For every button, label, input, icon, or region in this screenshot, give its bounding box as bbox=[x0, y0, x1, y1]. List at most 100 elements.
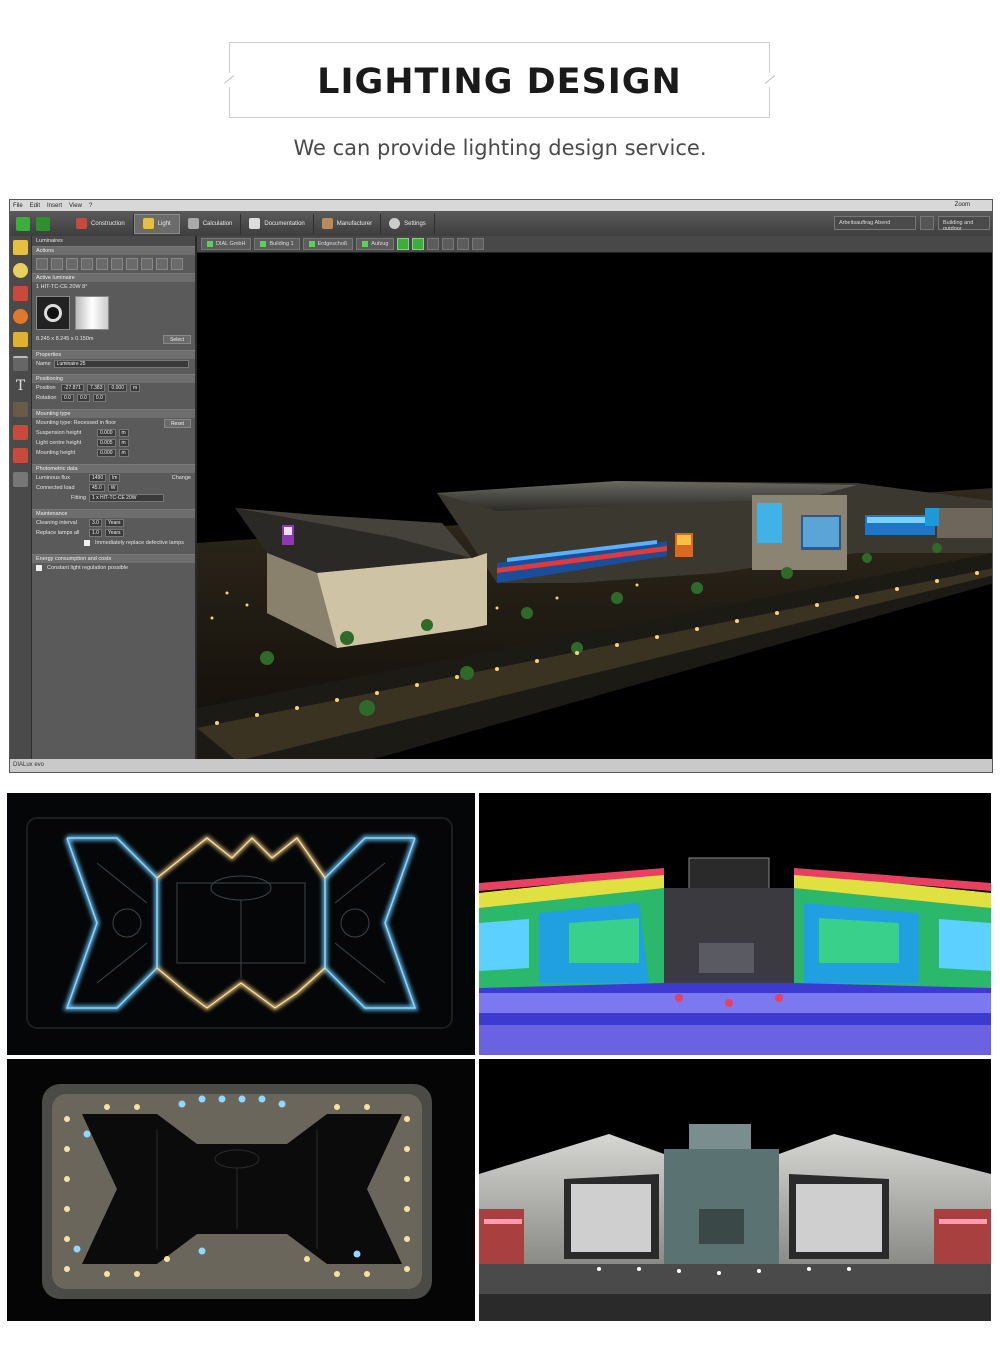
luminaire-panel: Luminaires Actions Active luminaire 1 HI… bbox=[32, 236, 197, 761]
light-centre-field[interactable]: 0.005 bbox=[97, 439, 116, 447]
spot-icon[interactable] bbox=[13, 286, 28, 301]
load-row: Connected load 45.0 W bbox=[32, 483, 195, 493]
replace-label: Replace lamps all bbox=[36, 530, 80, 536]
menu-file[interactable]: File bbox=[13, 203, 23, 209]
constant-checkbox[interactable] bbox=[36, 565, 42, 571]
rotation-label: Rotation bbox=[36, 395, 57, 401]
text-icon[interactable]: T bbox=[13, 379, 28, 394]
light-distribution-image bbox=[75, 296, 109, 330]
select-button[interactable]: Select bbox=[163, 334, 191, 344]
color-icon[interactable] bbox=[13, 309, 28, 324]
change-link[interactable]: Change bbox=[172, 473, 191, 483]
section-maintenance[interactable]: Maintenance bbox=[32, 509, 195, 518]
fit-view-icon[interactable] bbox=[442, 238, 455, 250]
chair-icon[interactable] bbox=[13, 472, 28, 487]
lamp-icon[interactable] bbox=[13, 240, 28, 255]
calculation-icon bbox=[187, 218, 199, 229]
actions-toolbar bbox=[32, 255, 195, 273]
facade-night-render bbox=[479, 1059, 991, 1321]
rotation-row: Rotation 0.0 0.0 0.0 bbox=[32, 393, 195, 403]
building-chip[interactable]: Building 1 bbox=[254, 238, 300, 250]
tab-calculation[interactable]: Calculation bbox=[180, 213, 242, 234]
action-button[interactable] bbox=[66, 258, 78, 270]
open-icon[interactable] bbox=[36, 216, 50, 231]
floorplan-luminaire-layout bbox=[7, 1059, 475, 1321]
action-button[interactable] bbox=[111, 258, 123, 270]
suspension-field[interactable]: 0.000 bbox=[97, 429, 116, 437]
fitting-select[interactable]: 1 x HIT-TC-CE 20W bbox=[89, 494, 164, 502]
menu-bar: File Edit Insert View ? Zoom bbox=[10, 200, 992, 211]
action-button[interactable] bbox=[81, 258, 93, 270]
suspension-label: Suspension height bbox=[36, 430, 82, 436]
rotate-icon[interactable] bbox=[472, 238, 485, 250]
tab-label: Calculation bbox=[202, 220, 233, 227]
luminaire-previews bbox=[32, 292, 195, 334]
page-title: LIGHTING DESIGN bbox=[317, 62, 682, 102]
3d-viewport[interactable] bbox=[197, 253, 992, 759]
replace-checkbox[interactable] bbox=[84, 540, 90, 546]
fitting-label: Fitting bbox=[71, 495, 86, 501]
light-centre-unit: m bbox=[118, 439, 129, 447]
reset-button[interactable]: Reset bbox=[163, 418, 191, 428]
layer-icon[interactable] bbox=[13, 332, 28, 347]
cleaning-unit: Years bbox=[104, 519, 124, 527]
replace-field[interactable]: 1.0 bbox=[89, 529, 102, 537]
grid-icon[interactable] bbox=[13, 425, 28, 440]
panel-title: Luminaires bbox=[32, 236, 195, 246]
rotation-z-field[interactable]: 0.0 bbox=[92, 394, 106, 402]
camera-icon[interactable] bbox=[427, 238, 440, 250]
scene-type-button[interactable]: Building and outdoor bbox=[938, 216, 990, 232]
mounting-height-field[interactable]: 0.000 bbox=[97, 449, 116, 457]
elevator-chip[interactable]: Aufzug bbox=[356, 238, 395, 250]
position-x-field[interactable]: -27.871 bbox=[61, 384, 84, 392]
view-3d-icon[interactable] bbox=[397, 238, 410, 250]
menu-edit[interactable]: Edit bbox=[30, 203, 40, 209]
action-button[interactable] bbox=[141, 258, 153, 270]
name-field[interactable]: Luminaire 25 bbox=[53, 360, 189, 368]
save-icon[interactable] bbox=[16, 216, 30, 231]
mounting-height-row: Mounting height 0.000 m bbox=[32, 448, 195, 458]
action-button[interactable] bbox=[126, 258, 138, 270]
position-z-field[interactable]: 0.000 bbox=[108, 384, 127, 392]
load-field[interactable]: 45.0 bbox=[89, 484, 105, 492]
project-chip[interactable]: DIAL GmbH bbox=[201, 238, 252, 250]
view-plan-icon[interactable] bbox=[412, 238, 425, 250]
section-properties[interactable]: Properties bbox=[32, 350, 195, 359]
section-active-luminaire[interactable]: Active luminaire bbox=[32, 273, 195, 282]
menu-view[interactable]: View bbox=[69, 203, 82, 209]
flux-field[interactable]: 1490 bbox=[89, 474, 107, 482]
floor-chip[interactable]: Erdgeschoß bbox=[302, 238, 354, 250]
section-actions[interactable]: Actions bbox=[32, 246, 195, 255]
action-button[interactable] bbox=[96, 258, 108, 270]
tab-light[interactable]: Light bbox=[133, 213, 180, 234]
bulb-icon[interactable] bbox=[13, 263, 28, 278]
move-icon[interactable] bbox=[457, 238, 470, 250]
position-y-field[interactable]: 7.383 bbox=[86, 384, 106, 392]
cleaning-field[interactable]: 3.0 bbox=[89, 519, 102, 527]
image-icon[interactable] bbox=[13, 448, 28, 463]
section-positioning[interactable]: Positioning bbox=[32, 374, 195, 383]
tab-construction[interactable]: Construction bbox=[68, 213, 134, 234]
action-button[interactable] bbox=[156, 258, 168, 270]
work-order-dropdown[interactable]: Arbeitsauftrag Abend bbox=[834, 216, 916, 230]
floorplan-lighting-blue-gold-svg bbox=[7, 793, 475, 1055]
action-button[interactable] bbox=[51, 258, 63, 270]
menu-insert[interactable]: Insert bbox=[47, 203, 62, 209]
section-energy[interactable]: Energy consumption and costs bbox=[32, 554, 195, 563]
tab-documentation[interactable]: Documentation bbox=[241, 213, 314, 234]
tab-settings[interactable]: Settings bbox=[381, 213, 435, 234]
tab-manufacturer[interactable]: Manufacturer bbox=[314, 213, 382, 234]
tab-label: Light bbox=[157, 220, 171, 227]
dots-icon[interactable] bbox=[13, 402, 28, 417]
rotation-y-field[interactable]: 0.0 bbox=[76, 394, 90, 402]
rotation-x-field[interactable]: 0.0 bbox=[61, 394, 74, 402]
monitor-icon[interactable] bbox=[920, 216, 934, 230]
action-button[interactable] bbox=[171, 258, 183, 270]
menu-help[interactable]: ? bbox=[89, 203, 92, 209]
section-mounting-type[interactable]: Mounting type bbox=[32, 409, 195, 418]
action-button[interactable] bbox=[36, 258, 48, 270]
replace-check-row: Immediately replace defective lamps bbox=[32, 538, 195, 548]
mounting-height-unit: m bbox=[118, 449, 129, 457]
section-photometric[interactable]: Photometric data bbox=[32, 464, 195, 473]
measure-icon[interactable] bbox=[13, 356, 28, 371]
